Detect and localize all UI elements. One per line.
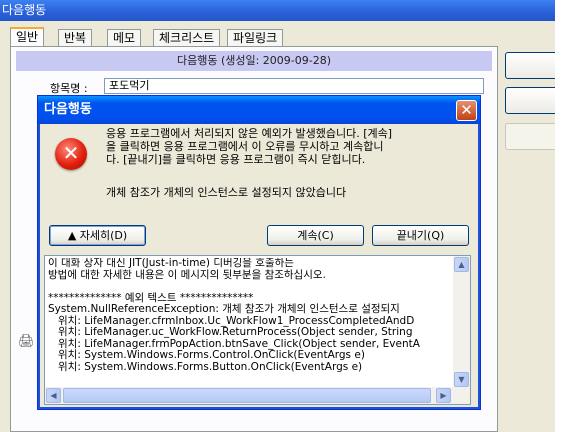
tab-filelink[interactable]: 파일링크 xyxy=(227,29,284,46)
created-date-header: 다음행동 (생성일: 2009-09-28) xyxy=(16,51,492,71)
exception-details-textbox[interactable]: 이 대화 상자 대신 JIT(Just-in-time) 디버깅을 호출하는 방… xyxy=(44,255,471,405)
scroll-down-icon[interactable]: ▼ xyxy=(454,372,469,387)
vertical-scrollbar[interactable]: ▲ ▼ xyxy=(453,256,470,388)
tab-checklist[interactable]: 체크리스트 xyxy=(153,29,221,46)
close-icon[interactable]: ✕ xyxy=(456,100,477,121)
error-message: 응용 프로그램에서 처리되지 않은 예외가 발생했습니다. [계속] 을 클릭하… xyxy=(106,127,466,166)
error-message-line: 다. [끝내기]를 클릭하면 응용 프로그램이 즉시 닫힙니다. xyxy=(106,153,366,166)
tab-general[interactable]: 일반 xyxy=(10,27,45,47)
printer-icon[interactable]: 🖨 xyxy=(18,334,35,349)
tab-memo[interactable]: 메모 xyxy=(107,29,142,46)
scroll-left-icon[interactable]: ◀ xyxy=(46,388,61,403)
background-window-titlebar: 다음행동 xyxy=(0,0,555,21)
horizontal-scrollbar[interactable]: ◀ ▶ xyxy=(45,387,470,404)
horizontal-scroll-thumb[interactable] xyxy=(63,388,431,403)
scroll-right-icon[interactable]: ▶ xyxy=(436,388,451,403)
desktop-edge xyxy=(555,0,576,432)
error-detail-message: 개체 참조가 개체의 인스턴스로 설정되지 않았습니다 xyxy=(106,186,347,199)
exception-details-text: 이 대화 상자 대신 JIT(Just-in-time) 디버깅을 호출하는 방… xyxy=(48,258,420,373)
tab-repeat[interactable]: 반복 xyxy=(58,29,93,46)
item-name-field[interactable]: 포도먹기 xyxy=(104,78,484,94)
continue-button[interactable]: 계속(C) xyxy=(267,225,364,246)
dialog-title: 다음행동 xyxy=(38,96,480,124)
error-x-icon: ✕ xyxy=(55,138,87,170)
item-name-label: 항목명 : xyxy=(50,82,88,95)
error-message-line: 을 클릭하면 응용 프로그램에서 이 오류를 무시하고 계속합니 xyxy=(106,140,384,153)
scroll-up-icon[interactable]: ▲ xyxy=(454,257,469,272)
quit-button[interactable]: 끝내기(Q) xyxy=(372,225,469,246)
details-button[interactable]: ▲ 자세히(D) xyxy=(49,225,146,246)
error-message-line: 응용 프로그램에서 처리되지 않은 예외가 발생했습니다. [계속] xyxy=(106,127,393,140)
